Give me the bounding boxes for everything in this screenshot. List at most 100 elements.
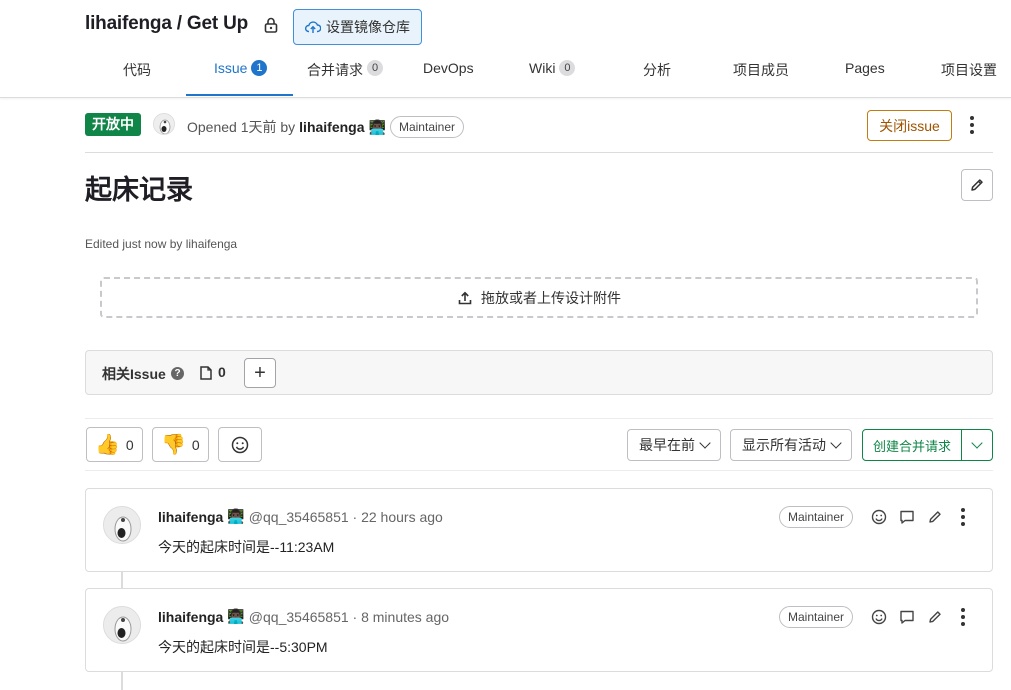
author-avatar[interactable] [153,113,175,135]
tab-analytics[interactable]: 分析 [643,60,671,96]
related-issues-label: 相关Issue [102,366,166,382]
comment-note: lihaifenga 👨🏿‍💻 @qq_35465851 · 22 hours … [85,488,993,572]
plus-icon: + [254,361,266,384]
avatar-image [104,607,140,643]
comment-actions [871,607,971,627]
author-link[interactable]: lihaifenga [299,119,364,135]
sort-dropdown[interactable]: 最早在前 [627,429,721,461]
thumbs-up-count: 0 [125,436,134,453]
pencil-icon [971,179,983,191]
opened-prefix: Opened 1天前 by [187,119,296,135]
add-reaction-icon[interactable] [871,609,887,625]
project-header: lihaifenga / Get Up 设置镜像仓库 代码 Issue 1 合并请… [0,0,1011,98]
tab-code[interactable]: 代码 [123,60,151,96]
divider [85,470,993,471]
sort-label: 最早在前 [639,437,695,453]
comment-author[interactable]: lihaifenga [158,609,223,625]
thumbs-up-button[interactable]: 👍 0 [86,427,143,462]
setup-mirror-button[interactable]: 设置镜像仓库 [293,9,422,45]
opened-info: Opened 1天前 by lihaifenga 👨🏿‍💻 Maintainer [187,116,464,138]
edit-comment-icon[interactable] [927,509,943,525]
cloud-upload-icon [305,21,321,33]
status-badge: 开放中 [85,113,141,136]
reply-comment-icon[interactable] [899,609,915,625]
reply-comment-icon[interactable] [899,509,915,525]
timeline-connector [121,571,123,589]
add-reaction-icon[interactable] [871,509,887,525]
comment-meta[interactable]: @qq_35465851 · 22 hours ago [249,509,443,525]
more-actions-icon[interactable] [964,115,980,135]
create-mr-options-toggle[interactable] [962,430,992,460]
tab-members[interactable]: 项目成员 [733,60,789,96]
tab-label: Wiki [529,60,556,76]
add-reaction-button[interactable] [218,427,262,462]
divider [85,152,993,153]
upload-icon [458,291,472,304]
create-merge-request-button[interactable]: 创建合并请求 [863,430,962,460]
setup-mirror-label: 设置镜像仓库 [326,19,410,35]
comment-note: lihaifenga 👨🏿‍💻 @qq_35465851 · 8 minutes… [85,588,993,672]
thumbs-down-count: 0 [191,436,200,453]
issues-icon [200,366,212,380]
status-emoji-icon: 👨🏿‍💻 [368,118,386,135]
comment-header: lihaifenga 👨🏿‍💻 @qq_35465851 · 8 minutes… [158,608,449,625]
status-emoji-icon: 👨🏿‍💻 [227,508,245,524]
comment-meta[interactable]: @qq_35465851 · 8 minutes ago [249,609,449,625]
upload-label: 拖放或者上传设计附件 [481,289,621,306]
close-issue-button[interactable]: 关闭issue [867,110,952,141]
comment-more-icon[interactable] [955,507,971,527]
tab-label: 项目成员 [733,62,789,78]
tab-pages[interactable]: Pages [845,60,885,96]
author-role-badge: Maintainer [389,116,464,138]
comment-actions [871,507,971,527]
question-icon[interactable]: ? [171,367,184,380]
tab-label: 项目设置 [941,62,997,78]
wiki-count-badge: 0 [559,60,576,76]
chevron-down-icon [699,437,711,449]
tab-label: 分析 [643,62,671,78]
avatar-image [104,507,140,543]
tab-issue[interactable]: Issue 1 [214,60,268,96]
thumbs-up-icon: 👍 [95,434,120,456]
comment-author[interactable]: lihaifenga [158,509,223,525]
smiley-icon [231,436,249,453]
mr-count-badge: 0 [367,60,383,76]
tab-wiki[interactable]: Wiki 0 [529,60,576,96]
tab-label: 合并请求 [307,62,363,78]
related-issues-count: 0 [218,364,226,380]
comment-role-badge: Maintainer [779,506,854,528]
tab-devops[interactable]: DevOps [423,60,474,96]
tab-label: DevOps [423,60,474,76]
edit-title-button[interactable] [961,169,993,201]
add-related-issue-button[interactable]: + [244,358,276,388]
comment-body: 今天的起床时间是--11:23AM [158,539,335,555]
thumbs-down-icon: 👎 [161,434,186,456]
create-merge-request-split-button: 创建合并请求 [862,429,993,461]
chevron-down-icon [830,437,842,449]
comment-more-icon[interactable] [955,607,971,627]
comment-header: lihaifenga 👨🏿‍💻 @qq_35465851 · 22 hours … [158,508,443,525]
activity-filter-dropdown[interactable]: 显示所有活动 [730,429,852,461]
status-emoji-icon: 👨🏿‍💻 [227,608,245,624]
edited-note: Edited just now by lihaifenga [85,237,238,251]
lock-icon [264,17,278,33]
comment-role-badge: Maintainer [779,606,854,628]
tab-label: Pages [845,60,885,76]
edit-comment-icon[interactable] [927,609,943,625]
project-path[interactable]: lihaifenga / Get Up [85,13,248,35]
tab-merge-requests[interactable]: 合并请求 0 [307,60,383,96]
issue-title: 起床记录 [85,175,193,205]
tab-label: Issue [214,60,248,76]
filter-label: 显示所有活动 [742,437,826,453]
tab-settings[interactable]: 项目设置 [941,60,997,96]
design-upload-dropzone[interactable]: 拖放或者上传设计附件 [100,277,978,318]
thumbs-down-button[interactable]: 👎 0 [152,427,209,462]
tab-label: 代码 [123,62,151,78]
related-issues-panel: 相关Issue ? 0 + [85,350,993,395]
divider [85,418,993,419]
comment-author-avatar[interactable] [103,606,141,644]
active-tab-indicator [186,94,293,96]
timeline-connector [121,671,123,690]
comment-author-avatar[interactable] [103,506,141,544]
issue-count-badge: 1 [251,60,268,76]
